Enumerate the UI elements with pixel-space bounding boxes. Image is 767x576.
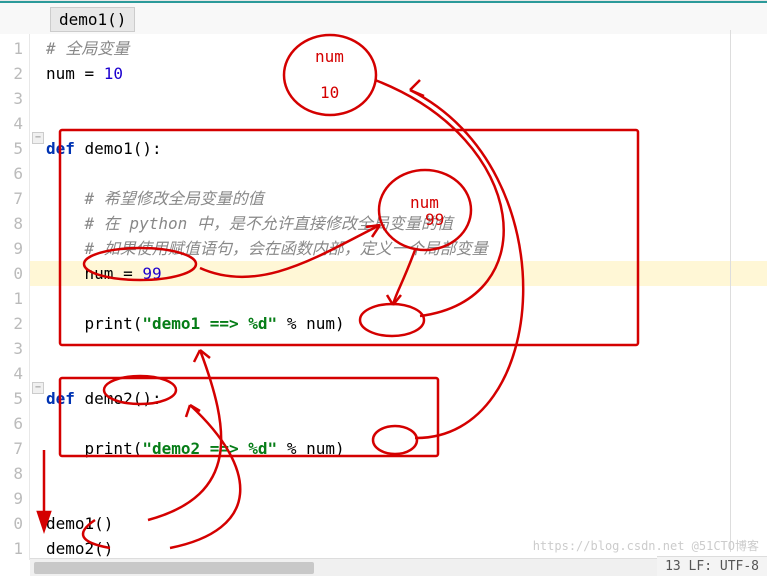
- line-no: 7: [0, 436, 23, 461]
- code-assign: num = 10: [46, 64, 123, 83]
- editor-area: 1 2 3 4 5 6 7 8 9 0 1 2 3 4 5 6 7 8 9 0 …: [0, 34, 767, 560]
- breadcrumb-tab[interactable]: demo1(): [50, 7, 135, 32]
- line-no: 2: [0, 311, 23, 336]
- line-no: 9: [0, 486, 23, 511]
- code-call: print("demo1 ==> %d" % num): [85, 314, 345, 333]
- code-keyword: def: [46, 139, 75, 158]
- line-no: 1: [0, 536, 23, 561]
- code-area[interactable]: # 全局变量 num = 10 def demo1(): # 希望修改全局变量的…: [30, 34, 767, 560]
- line-no: 8: [0, 461, 23, 486]
- line-no: 4: [0, 361, 23, 386]
- line-no: 0: [0, 511, 23, 536]
- line-no: 0: [0, 261, 23, 286]
- line-no: 5: [0, 386, 23, 411]
- breadcrumb-region: demo1(): [0, 3, 767, 34]
- line-no: 1: [0, 286, 23, 311]
- code-keyword: def: [46, 389, 75, 408]
- line-no: 3: [0, 86, 23, 111]
- line-no: 9: [0, 236, 23, 261]
- line-no: 5: [0, 136, 23, 161]
- line-number-gutter: 1 2 3 4 5 6 7 8 9 0 1 2 3 4 5 6 7 8 9 0 …: [0, 34, 30, 560]
- code-call: demo1(): [46, 514, 113, 533]
- code-comment: # 全局变量: [46, 39, 129, 58]
- code-fn: demo1():: [75, 139, 162, 158]
- line-no: 3: [0, 336, 23, 361]
- code-call: print("demo2 ==> %d" % num): [85, 439, 345, 458]
- line-no: 7: [0, 186, 23, 211]
- line-no: 4: [0, 111, 23, 136]
- line-no: 1: [0, 36, 23, 61]
- line-no: 8: [0, 211, 23, 236]
- fold-icon[interactable]: −: [32, 382, 44, 394]
- code-comment: # 希望修改全局变量的值: [85, 189, 264, 208]
- code-comment: # 如果使用赋值语句，会在函数内部，定义一个局部变量: [85, 239, 488, 258]
- code-assign: num = 99: [85, 264, 162, 283]
- line-no: 2: [0, 61, 23, 86]
- code-comment: # 在 python 中，是不允许直接修改全局变量的值: [85, 214, 453, 233]
- code-fn: demo2():: [75, 389, 162, 408]
- status-bar[interactable]: 13 LF: UTF-8: [657, 556, 767, 576]
- line-no: 6: [0, 411, 23, 436]
- line-no: 6: [0, 161, 23, 186]
- scrollbar-thumb[interactable]: [34, 562, 314, 574]
- code-call: demo2(): [46, 539, 113, 558]
- fold-icon[interactable]: −: [32, 132, 44, 144]
- watermark: https://blog.csdn.net @51CTO博客: [533, 537, 759, 554]
- right-margin-guide: [730, 30, 731, 552]
